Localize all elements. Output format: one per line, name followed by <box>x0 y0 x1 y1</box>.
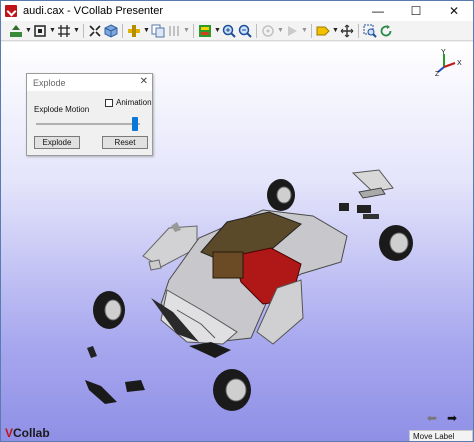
small-part[interactable] <box>87 346 97 358</box>
toolbar-separator <box>311 23 312 38</box>
display-mode-icon <box>10 24 22 37</box>
window-title: audi.cax - VCollab Presenter <box>23 5 164 17</box>
copy-view-icon <box>151 24 165 37</box>
animation-icon <box>169 25 179 36</box>
trim-part[interactable] <box>357 205 371 213</box>
minimize-button[interactable]: — <box>359 1 397 21</box>
zoom-in-icon <box>222 24 236 38</box>
zoom-area-icon <box>363 24 377 38</box>
model-viewport[interactable]: Y X Z Explode ✕ Animation Explode Motion… <box>1 42 473 441</box>
parts-button[interactable] <box>104 23 118 39</box>
explode-action-button[interactable]: Explode <box>34 136 80 149</box>
maximize-button[interactable]: ☐ <box>397 1 435 21</box>
animation-label: Animation <box>116 98 152 107</box>
dialog-title: Explode <box>33 77 66 88</box>
dialog-title-bar: Explode ✕ <box>27 74 152 91</box>
small-part[interactable] <box>85 380 117 404</box>
chevron-down-icon: ▼ <box>332 27 339 34</box>
play-icon <box>288 25 297 36</box>
zoom-in-button[interactable] <box>222 23 236 39</box>
chevron-down-icon: ▼ <box>183 27 190 34</box>
chevron-down-icon: ▼ <box>49 27 56 34</box>
explode-slider-thumb[interactable] <box>132 117 139 131</box>
main-toolbar: ▼ ▼ ▼ ▼ ▼ ▼ ▼ ▼ ▼ <box>1 21 473 41</box>
window-controls: — ☐ ✕ <box>359 1 473 21</box>
toolbar-separator <box>193 23 194 38</box>
vcollab-logo: VCollab <box>5 426 50 440</box>
axis-triad: Y X Z <box>435 49 462 76</box>
arrow-right-icon[interactable]: ➡ <box>447 411 457 425</box>
app-window: audi.cax - VCollab Presenter — ☐ ✕ ▼ ▼ ▼ <box>0 0 474 442</box>
legend-icon <box>199 24 211 37</box>
probe-icon <box>262 24 274 37</box>
probe-button[interactable]: ▼ <box>261 23 284 39</box>
move-button[interactable] <box>340 23 354 39</box>
label-button[interactable]: ▼ <box>316 23 339 39</box>
arrow-left-icon[interactable]: ⬅ <box>427 411 437 425</box>
fit-view-icon <box>34 24 46 37</box>
fit-view-button[interactable]: ▼ <box>33 23 56 39</box>
legend-button[interactable]: ▼ <box>198 23 221 39</box>
parts-cube-icon <box>104 23 118 38</box>
explode-dialog: Explode ✕ Animation Explode Motion Explo… <box>26 73 153 156</box>
display-mode-button[interactable]: ▼ <box>9 23 32 39</box>
toolbar-separator <box>358 23 359 38</box>
dialog-close-icon[interactable]: ✕ <box>140 76 148 87</box>
mirror-part[interactable] <box>148 259 162 271</box>
play-button[interactable]: ▼ <box>285 23 308 39</box>
bumper-part[interactable] <box>189 342 231 358</box>
axis-z-label: Z <box>435 71 440 76</box>
explode-icon <box>89 24 101 37</box>
toolbar-separator <box>256 23 257 38</box>
explode-button[interactable] <box>88 23 102 39</box>
app-logo-icon <box>5 5 17 17</box>
trim-part[interactable] <box>363 214 379 219</box>
explode-slider-track[interactable] <box>36 123 140 125</box>
refresh-button[interactable] <box>379 23 393 39</box>
close-button[interactable]: ✕ <box>435 1 473 21</box>
checkbox-box[interactable] <box>105 98 113 107</box>
axis-x-label: X <box>457 60 462 67</box>
transform-button[interactable]: ▼ <box>127 23 150 39</box>
spoiler-part[interactable] <box>358 187 386 199</box>
small-part[interactable] <box>125 380 145 392</box>
copy-view-button[interactable] <box>151 23 165 39</box>
animation-button[interactable]: ▼ <box>167 23 190 39</box>
chevron-down-icon: ▼ <box>25 27 32 34</box>
zoom-area-button[interactable] <box>363 23 377 39</box>
view-navigation: ⬅ ➡ <box>427 411 457 425</box>
chevron-down-icon: ▼ <box>214 27 221 34</box>
reset-button[interactable]: Reset <box>102 136 148 149</box>
section-plane-icon <box>58 24 70 37</box>
label-icon <box>316 26 330 35</box>
zoom-out-icon <box>238 24 252 38</box>
axis-y-label: Y <box>441 49 446 56</box>
chevron-down-icon: ▼ <box>277 27 284 34</box>
animation-checkbox[interactable]: Animation <box>105 98 152 107</box>
refresh-icon <box>380 24 392 36</box>
move-icon <box>340 24 354 37</box>
explode-motion-label: Explode Motion <box>34 105 90 114</box>
title-bar: audi.cax - VCollab Presenter — ☐ ✕ <box>1 1 473 21</box>
zoom-out-button[interactable] <box>238 23 252 39</box>
trim-part[interactable] <box>339 203 349 211</box>
section-plane-button[interactable]: ▼ <box>57 23 80 39</box>
seat-part[interactable] <box>212 251 244 279</box>
chevron-down-icon: ▼ <box>301 27 308 34</box>
move-label-status: Move Label <box>409 430 473 441</box>
chevron-down-icon: ▼ <box>73 27 80 34</box>
transform-icon <box>128 24 140 37</box>
toolbar-separator <box>83 23 84 38</box>
chevron-down-icon: ▼ <box>143 27 150 34</box>
toolbar-separator <box>122 23 123 38</box>
spoiler-part[interactable] <box>351 169 394 193</box>
